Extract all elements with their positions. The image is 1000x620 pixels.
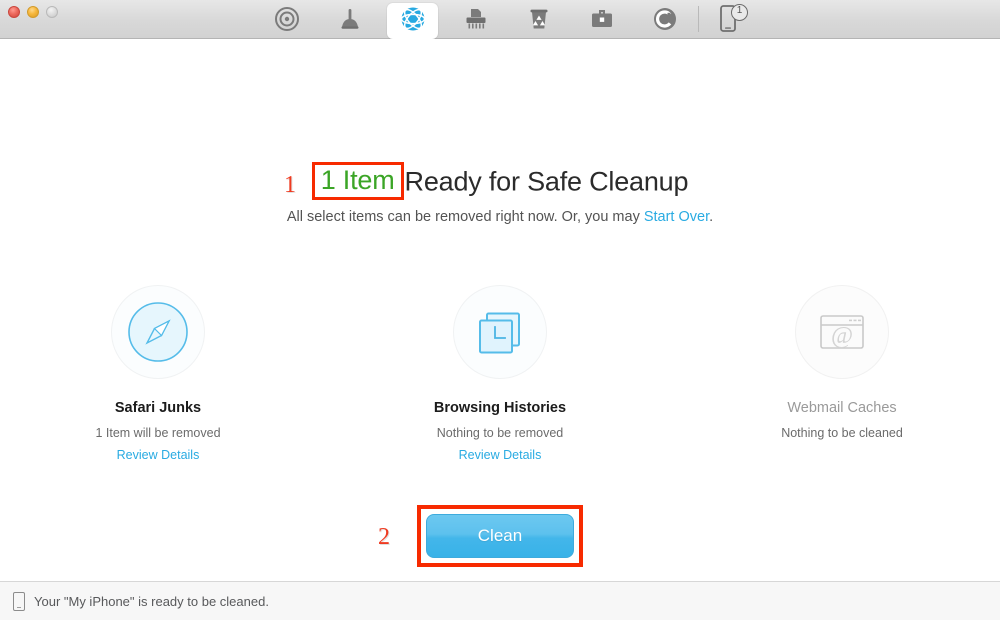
plunger-icon	[341, 9, 358, 29]
subtitle-end: .	[709, 209, 714, 225]
clean-button[interactable]: Clean	[426, 514, 574, 558]
globe-icon	[400, 7, 425, 31]
category-subtitle: Nothing to be cleaned	[781, 426, 903, 440]
headline-row: 1 Item Ready for Safe Cleanup	[0, 162, 1000, 201]
tab-internet-junk[interactable]	[381, 0, 444, 39]
safari-compass-icon	[128, 302, 188, 362]
category-webmail-caches: @ Webmail Caches Nothing to be cleaned	[742, 285, 942, 462]
tab-trash[interactable]	[507, 0, 570, 38]
start-over-link[interactable]: Start Over	[644, 209, 709, 225]
page-title-text: Ready for Safe Cleanup	[404, 166, 689, 197]
main-content: 1 1 Item Ready for Safe Cleanup All selec…	[0, 39, 1000, 581]
review-details-link-histories[interactable]: Review Details	[459, 448, 542, 462]
device-badge: 1	[731, 4, 748, 21]
tab-status-scan[interactable]	[255, 0, 318, 38]
toolbar-tabs: 1	[255, 0, 757, 39]
category-list: Safari Junks 1 Item will be removed Revi…	[0, 285, 1000, 462]
webmail-at-window-icon: @	[820, 315, 864, 349]
category-safari-junks: Safari Junks 1 Item will be removed Revi…	[58, 285, 258, 462]
category-title: Safari Junks	[114, 400, 202, 416]
status-bar: Your "My iPhone" is ready to be cleaned.	[0, 581, 1000, 620]
window-controls	[8, 6, 58, 18]
tab-uninstaller[interactable]	[633, 0, 696, 38]
subtitle: All select items can be removed right no…	[0, 209, 1000, 225]
tab-shredder[interactable]	[444, 0, 507, 38]
category-icon-wrapper: @	[795, 285, 889, 379]
category-browsing-histories: Browsing Histories Nothing to be removed…	[400, 285, 600, 462]
page-title: 1 Item Ready for Safe Cleanup	[311, 162, 689, 201]
category-icon-wrapper	[111, 285, 205, 379]
category-subtitle: 1 Item will be removed	[95, 426, 221, 440]
copyright-c-icon	[653, 8, 676, 30]
tab-clean-junk[interactable]	[318, 0, 381, 38]
category-icon-wrapper	[453, 285, 547, 379]
review-details-link-safari[interactable]: Review Details	[117, 448, 200, 462]
app-window: 1 1 1 Item Ready for Safe Cleanup All sel…	[0, 0, 1000, 620]
shredder-icon	[466, 9, 485, 29]
minimize-button[interactable]	[27, 6, 39, 18]
clean-action-row: Clean	[0, 505, 1000, 567]
tab-toolkit[interactable]	[570, 0, 633, 38]
status-message: Your "My iPhone" is ready to be cleaned.	[34, 593, 269, 609]
clean-button-annotation: Clean	[417, 505, 583, 567]
svg-text:@: @	[831, 323, 853, 349]
toolbar-divider	[698, 6, 699, 32]
zoom-button[interactable]	[46, 6, 58, 18]
iphone-outline-icon	[13, 591, 25, 611]
subtitle-text: All select items can be removed right no…	[286, 209, 644, 225]
item-count-badge: 1 Item	[311, 162, 404, 200]
briefcase-icon	[591, 10, 612, 27]
category-title: Webmail Caches	[787, 400, 897, 416]
toolbar: 1	[0, 0, 1000, 39]
history-clock-icon	[479, 312, 520, 354]
tab-device-iphone[interactable]: 1	[701, 0, 757, 38]
close-button[interactable]	[8, 6, 20, 18]
trash-recycle-icon	[530, 9, 547, 29]
category-title: Browsing Histories	[433, 400, 567, 416]
radar-icon	[274, 7, 299, 31]
category-subtitle: Nothing to be removed	[436, 426, 564, 440]
